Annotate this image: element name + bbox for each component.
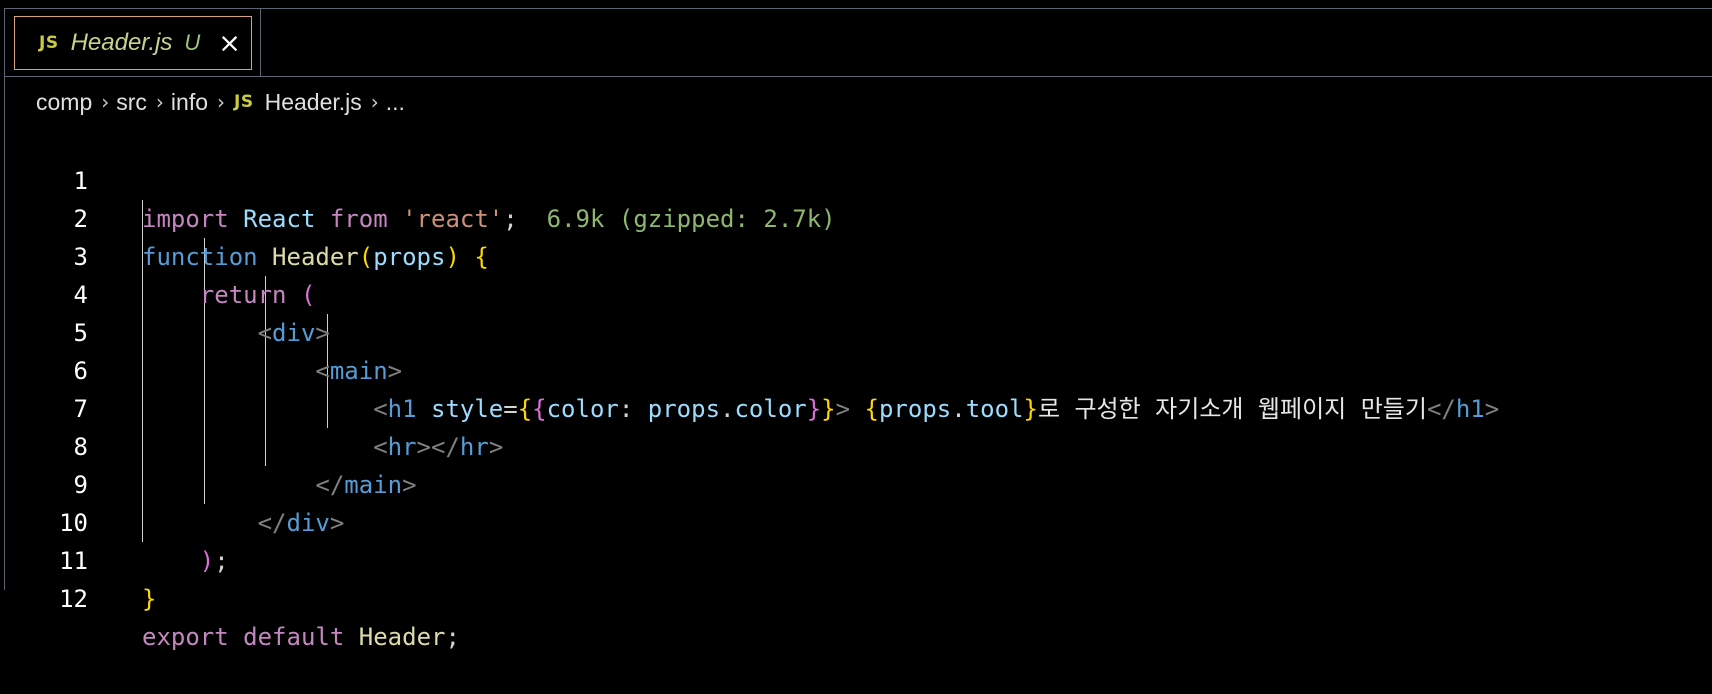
code-line: 10 ); [0,466,1712,575]
javascript-file-icon: JS [39,33,59,53]
code-line: 7 <hr></hr> [0,352,1712,461]
code-editor[interactable]: 1 import React from 'react'; 6.9k (gzipp… [0,124,1712,651]
code-text: } [142,585,157,613]
code-line: 8 </main> [0,390,1712,499]
breadcrumb-item-info[interactable]: info [171,89,208,116]
chevron-right-icon: › [155,90,164,114]
code-line: 1 import React from 'react'; 6.9k (gzipp… [0,124,1712,233]
close-icon[interactable]: × [218,30,241,57]
chevron-right-icon: › [101,90,110,114]
tab-divider [260,9,261,77]
javascript-file-icon: JS [234,92,254,112]
code-text: export default Header; [142,623,460,651]
breadcrumb: comp › src › info › JS Header.js › ... [36,84,405,120]
breadcrumb-item-src[interactable]: src [116,89,147,116]
code-line: 3 return ( [0,200,1712,309]
line-number: 12 [59,585,88,613]
tab-bar: JS Header.js U × [5,9,1712,77]
tab-filename: Header.js [70,29,173,56]
untracked-status-badge: U [184,30,201,55]
chevron-right-icon: › [370,90,379,114]
code-line: 11 } [0,504,1712,613]
breadcrumb-item-comp[interactable]: comp [36,89,92,116]
code-line: 5 <main> [0,276,1712,385]
breadcrumb-item-file[interactable]: Header.js [265,89,362,116]
code-line: 9 </div> [0,428,1712,537]
code-line: 12 export default Header; [0,542,1712,651]
chevron-right-icon: › [217,90,226,114]
code-line: 6 <h1 style={{color: props.color}}> {pro… [0,314,1712,423]
code-line: 4 <div> [0,238,1712,347]
tab-header-js[interactable]: JS Header.js U × [14,16,252,70]
breadcrumb-item-symbols[interactable]: ... [386,89,405,116]
code-line: 2 function Header(props) { [0,162,1712,271]
